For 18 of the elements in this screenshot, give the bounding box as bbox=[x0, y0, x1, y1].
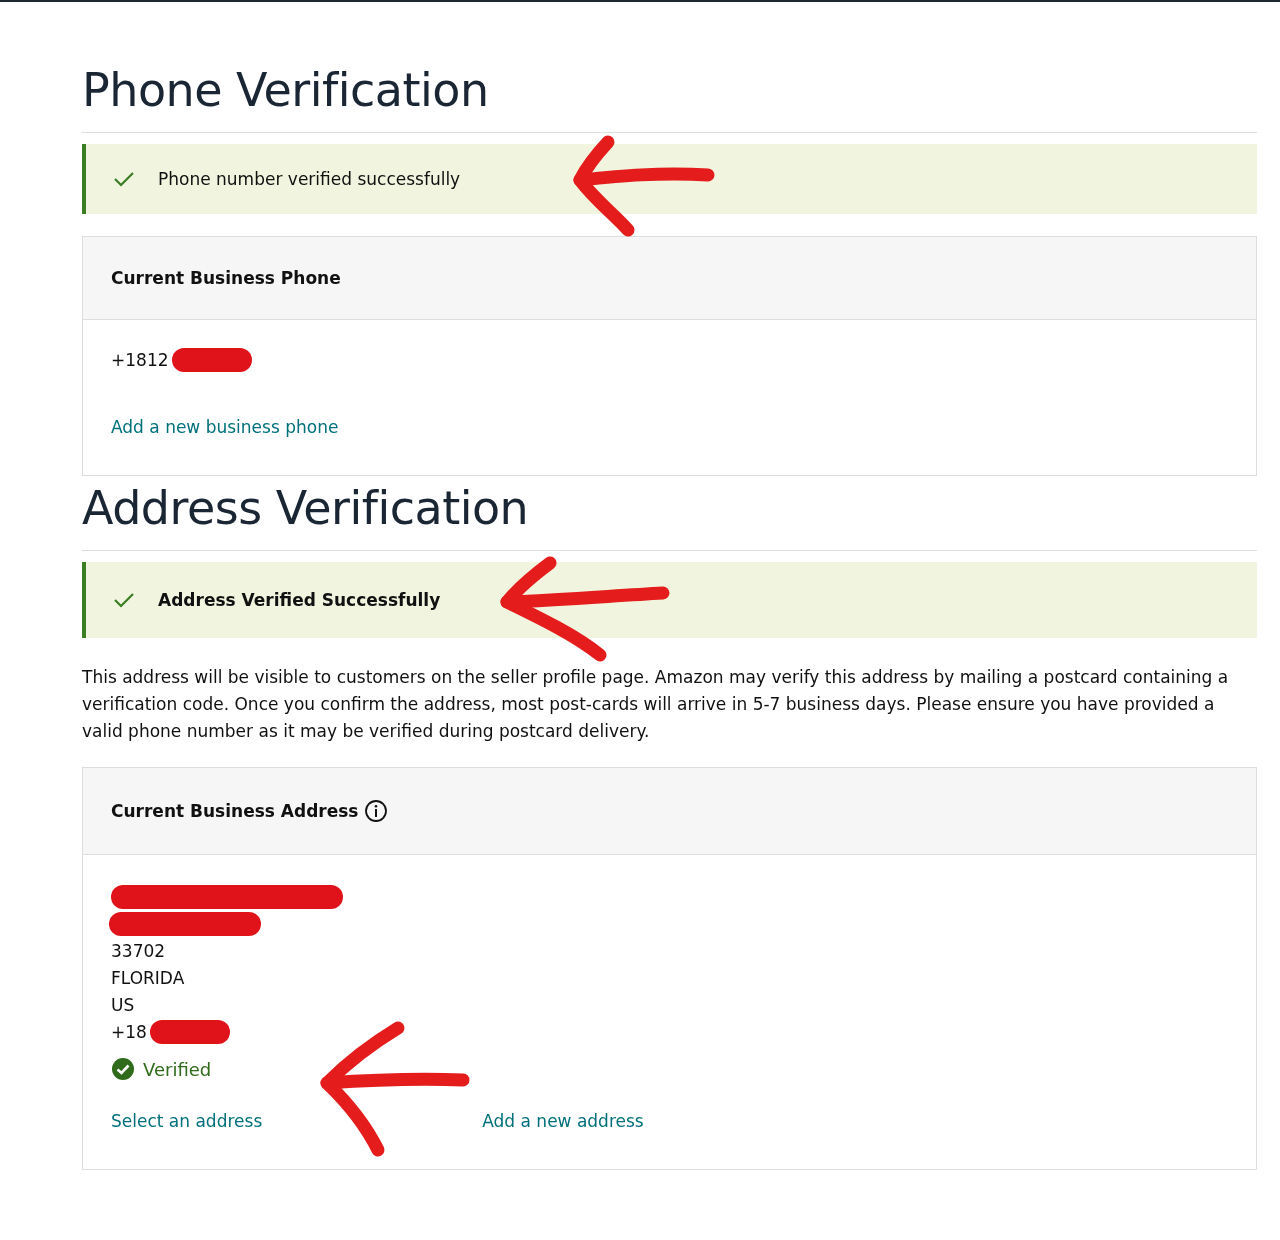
address-line: US bbox=[111, 994, 135, 1015]
verified-icon bbox=[111, 1057, 135, 1081]
address-link[interactable]: Add a new address bbox=[482, 1111, 644, 1131]
section-title: Phone Verification bbox=[82, 62, 490, 119]
section-title: Address Verification bbox=[82, 480, 530, 537]
address-link[interactable]: Select an address bbox=[111, 1111, 263, 1131]
alert-text: Address Verified Successfully bbox=[158, 590, 441, 610]
phone-number: +1812 bbox=[111, 349, 169, 370]
card-title: Current Business Address bbox=[111, 801, 359, 821]
info-icon[interactable] bbox=[364, 799, 389, 823]
status-text: Verified bbox=[143, 1058, 212, 1080]
card-title: Current Business Phone bbox=[111, 268, 341, 288]
address-line: +18 bbox=[111, 1021, 147, 1042]
notice-paragraph: This address will be visible to customers on the seller profile page. Amazon may verify this address by mailing a postcard containing a verification code. Once you confirm the address, most post-cards will arrive in 5-7 business days. Please ensure you have provided a valid phone number as it may be verified during postcard delivery. bbox=[82, 666, 1230, 743]
alert-text: Phone number verified successfully bbox=[158, 169, 461, 189]
address-line: FLORIDA bbox=[111, 967, 185, 988]
add-phone-link[interactable]: Add a new business phone bbox=[111, 417, 339, 437]
address-line: 33702 bbox=[111, 940, 166, 961]
